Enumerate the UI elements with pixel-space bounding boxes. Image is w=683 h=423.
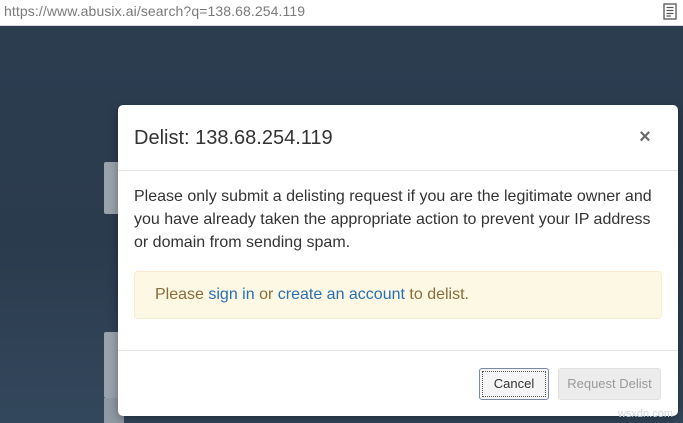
modal-body: Please only submit a delisting request i… xyxy=(134,185,662,319)
create-account-link[interactable]: create an account xyxy=(278,286,405,303)
sign-in-link[interactable]: sign in xyxy=(208,286,254,303)
url-text[interactable]: https://www.abusix.ai/search?q=138.68.25… xyxy=(4,3,305,19)
delist-modal: Delist: 138.68.254.119 × Please only sub… xyxy=(118,105,678,416)
close-icon[interactable]: × xyxy=(637,127,653,147)
address-bar[interactable]: https://www.abusix.ai/search?q=138.68.25… xyxy=(0,0,683,26)
cancel-button[interactable]: Cancel xyxy=(479,368,549,400)
request-delist-button[interactable]: Request Delist xyxy=(558,368,661,400)
alert-suffix: to delist. xyxy=(404,286,469,303)
modal-title: Delist: 138.68.254.119 xyxy=(134,127,333,149)
modal-footer: Cancel Request Delist xyxy=(118,350,678,416)
sign-in-alert: Please sign in or create an account to d… xyxy=(134,271,662,319)
alert-prefix: Please xyxy=(155,286,209,303)
watermark: wsxdn.com xyxy=(617,408,673,420)
alert-middle: or xyxy=(254,286,278,303)
delist-warning-text: Please only submit a delisting request i… xyxy=(134,188,652,251)
modal-header: Delist: 138.68.254.119 × xyxy=(118,105,678,171)
reader-view-icon[interactable] xyxy=(663,3,677,20)
